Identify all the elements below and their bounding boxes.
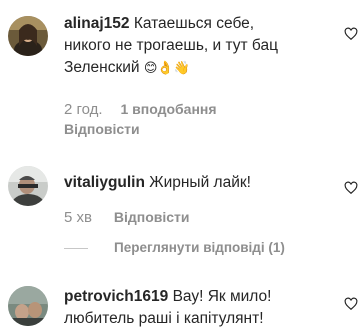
avatar[interactable]	[8, 286, 48, 326]
reply-button[interactable]: Відповісти	[64, 120, 140, 138]
comment-body: Вау! Як мило!	[172, 288, 272, 305]
comment-body: Жирный лайк!	[149, 174, 251, 191]
comment-text: vitaliygulin Жирный лайк!	[64, 172, 324, 194]
comment-item: vitaliygulin Жирный лайк! 5 хв Відповіст…	[0, 150, 360, 270]
avatar[interactable]	[8, 16, 48, 56]
avatar[interactable]	[8, 166, 48, 206]
comment-body: Катаешься себе,	[133, 15, 255, 32]
comment-text: petrovich1619 Вау! Як мило! любитель раш…	[64, 288, 272, 327]
comment-username[interactable]: petrovich1619	[64, 288, 168, 305]
divider	[64, 248, 88, 249]
emoji: 😊👌👋	[143, 61, 190, 76]
reply-button[interactable]: Відповісти	[114, 209, 190, 225]
comment-time[interactable]: 5 хв	[64, 209, 92, 226]
view-replies-button[interactable]: Переглянути відповіді (1)	[114, 240, 285, 255]
heart-outline-icon[interactable]	[344, 27, 358, 41]
comment-time[interactable]: 2 год.	[64, 101, 103, 118]
comment-item: alinaj152 Катаешься себе, никого не трог…	[0, 0, 360, 150]
comment-meta: 2 год. 1 вподобання	[64, 100, 217, 119]
heart-outline-icon[interactable]	[344, 181, 358, 195]
comment-text: alinaj152 Катаешься себе, никого не трог…	[64, 15, 278, 76]
heart-outline-icon[interactable]	[344, 297, 358, 311]
comment-item: petrovich1619 Вау! Як мило! любитель раш…	[0, 270, 360, 333]
comment-username[interactable]: vitaliygulin	[64, 174, 145, 191]
likes-count[interactable]: 1 вподобання	[120, 101, 216, 117]
comment-meta: 5 хв Відповісти	[64, 208, 190, 227]
comment-username[interactable]: alinaj152	[64, 15, 130, 32]
